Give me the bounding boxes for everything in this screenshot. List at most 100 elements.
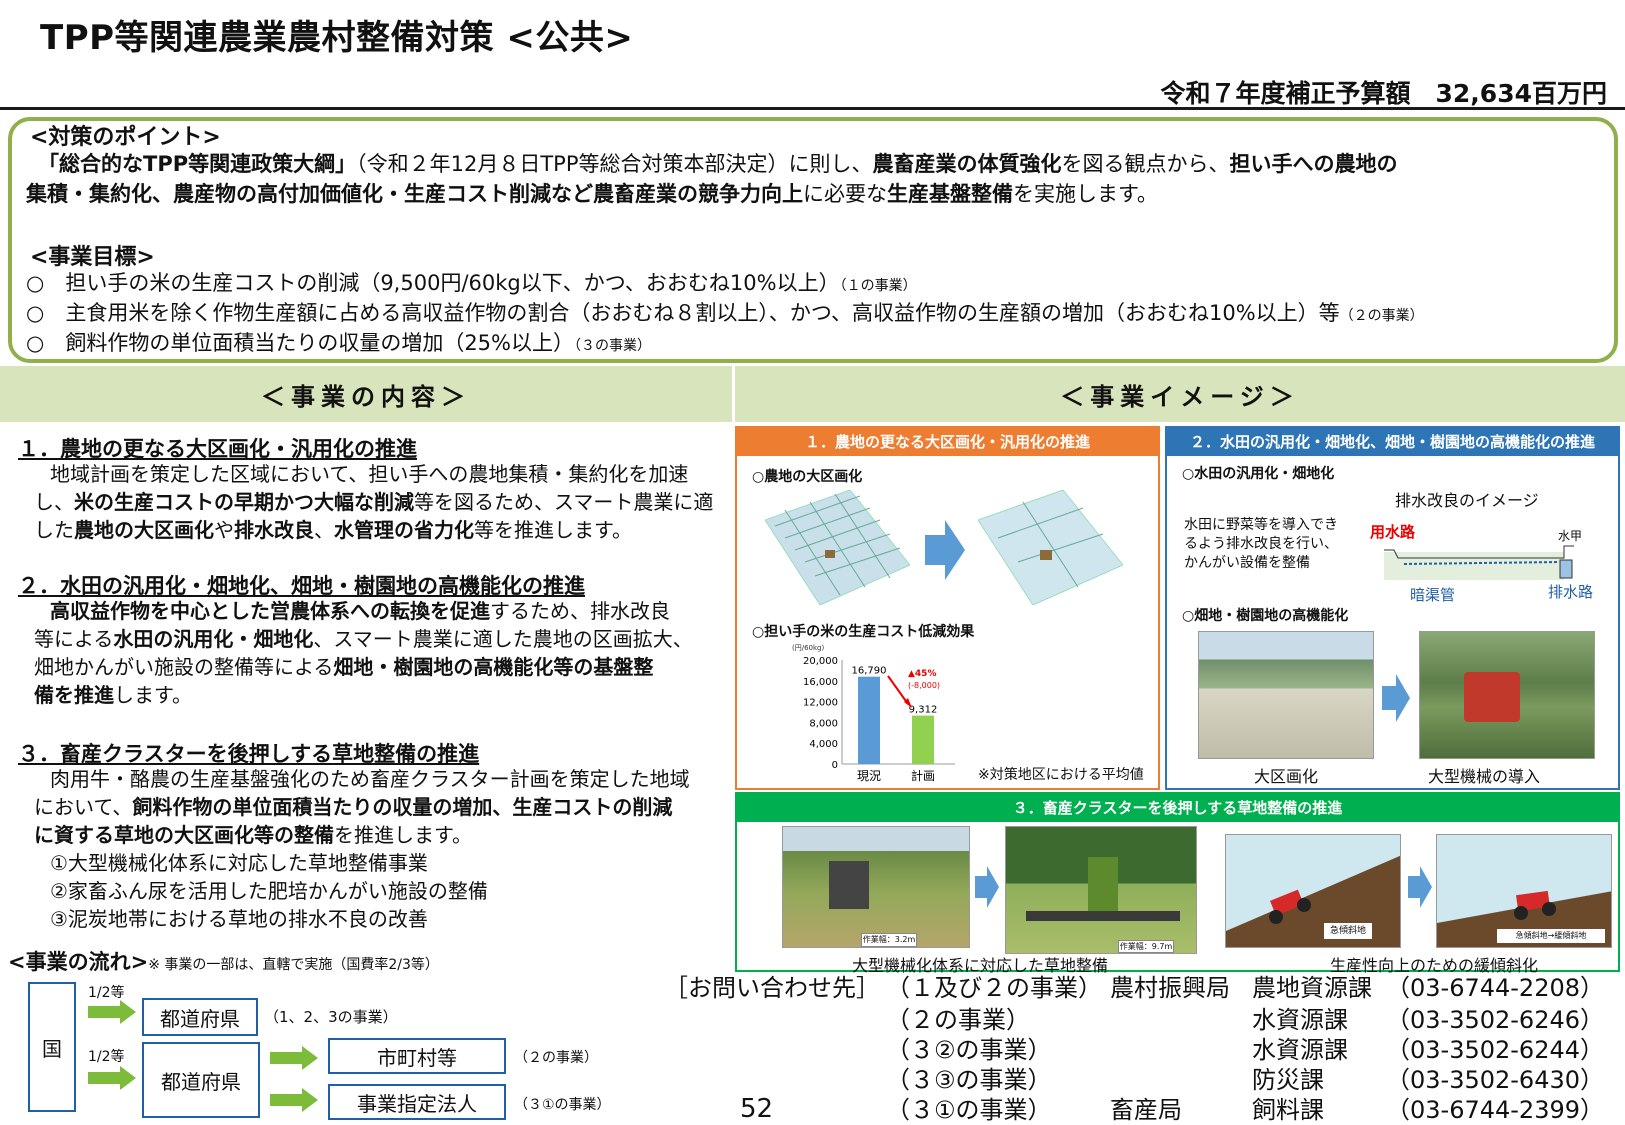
goal-note: （３の事業）	[574, 338, 651, 354]
chart-y-tick: 20,000	[803, 656, 838, 667]
flow-prefecture-2: 都道府県	[142, 1042, 260, 1118]
text: します。	[114, 683, 192, 707]
emphasis: 飼料作物の単位面積当たりの収量の増加、生産コストの削減	[132, 795, 673, 819]
machine-caption: 大型機械の導入	[1428, 767, 1541, 786]
contact-project: （２の事業）	[886, 1006, 1030, 1034]
flow-heading-row: <事業の流れ>※ 事業の一部は、直轄で実施（国費率2/3等）	[8, 946, 439, 976]
section-3-line-2: において、飼料作物の単位面積当たりの収量の増加、生産コストの削減	[34, 793, 672, 821]
small-parcel-field-illustration	[765, 490, 910, 605]
flow-designated-corp: 事業指定法人	[328, 1084, 506, 1120]
mower-arm	[1026, 911, 1180, 921]
section-2-line-3: 畑地かんがい施設の整備等による畑地・樹園地の高機能化等の基盤整	[34, 653, 653, 681]
drainage-cross-section	[1384, 545, 1574, 580]
contact-bureau: 畜産局	[1110, 1096, 1182, 1124]
section-3-item: ②家畜ふん尿を活用した肥培かんがい施設の整備	[50, 879, 488, 903]
tractor-body	[829, 861, 869, 909]
contact-phone: （03-6744-2399）	[1386, 1096, 1605, 1124]
arrow-right-icon	[925, 520, 965, 580]
budget-amount: 令和７年度補正予算額 32,634百万円	[1160, 79, 1607, 108]
contact-section: 防災課	[1252, 1066, 1324, 1094]
chart-value-label: 9,312	[909, 705, 938, 716]
text: 等を推進します。	[474, 518, 632, 542]
contact-project: （３②の事業）	[886, 1036, 1052, 1064]
image-panel-1-label-2: ○担い手の米の生産コスト低減効果	[752, 624, 975, 640]
content-header: ＜事業の内容＞	[0, 366, 732, 422]
goal-text: ○ 主食用米を除く作物生産額に占める高収益作物の割合（おおむね８割以上）、かつ、…	[26, 301, 1340, 325]
arrow-right-icon	[270, 1088, 318, 1112]
points-line-2: 集積・集約化、農産物の高付加価値化・生産コスト削減など農畜産業の競争力向上に必要…	[26, 179, 1158, 209]
large-parcel-field-illustration	[978, 490, 1123, 605]
chart-annotation: ▲45%	[908, 669, 936, 679]
text: を推進します。	[334, 823, 472, 847]
contact-phone: （03-6744-2208）	[1386, 974, 1605, 1002]
policy-emphasis-3: 集積・集約化、農産物の高付加価値化・生産コスト削減など農畜産業の競争力向上	[26, 182, 803, 206]
emphasis: に資する草地の大区画化等の整備	[34, 823, 334, 847]
emphasis: 水田の汎用化・畑地化	[113, 627, 314, 651]
goals-heading: <事業目標>	[30, 245, 155, 270]
section-1-line-1: 地域計画を策定した区域において、担い手への農地集積・集約化を加速	[50, 462, 689, 486]
contact-section: 水資源課	[1252, 1006, 1348, 1034]
goal-text: ○ 飼料作物の単位面積当たりの収量の増加（25%以上）	[26, 331, 574, 355]
large-mower-photo: 作業幅：9.7m	[1005, 826, 1197, 954]
drainage-description-line: るよう排水改良を行い、	[1184, 536, 1338, 552]
page-number: 52	[740, 1094, 774, 1124]
image-panel-2-label-1: ○水田の汎用化・畑地化	[1182, 466, 1335, 482]
goal-note: （１の事業）	[839, 278, 917, 294]
points-line-1: 「総合的なTPP等関連政策大綱」（令和２年12月８日TPP等総合対策本部決定）に…	[38, 149, 1397, 179]
chart-y-tick: 16,000	[803, 677, 838, 688]
text: 畑地かんがい施設の整備等による	[34, 655, 334, 679]
policy-emphasis-1: 農畜産業の体質強化	[872, 152, 1062, 176]
contact-section: 農地資源課	[1252, 974, 1372, 1002]
flow-prefecture-1: 都道府県	[142, 998, 258, 1036]
image-panel-2-label-2: ○畑地・樹園地の高機能化	[1182, 608, 1349, 624]
policy-text-3: を実施します。	[1013, 182, 1158, 206]
arrow-right-icon	[1382, 674, 1410, 722]
steep-slope-illustration: 急傾斜地	[1225, 834, 1401, 948]
image-panel-1-header: １．農地の更なる大区画化・汎用化の推進	[735, 426, 1160, 456]
emphasis: 高収益作物を中心とした営農体系への転換を促進	[50, 599, 490, 623]
goal-item: ○ 担い手の米の生産コストの削減（9,500円/60kg以下、かつ、おおむね10…	[26, 268, 917, 301]
policy-text-2: に必要な	[803, 182, 887, 206]
chart-note: ※対策地区における平均値	[978, 767, 1144, 783]
chart-bar	[858, 676, 880, 764]
contact-project: （３③の事業）	[886, 1066, 1052, 1094]
chart-category-label: 現況	[857, 768, 881, 783]
chart-y-tick: 0	[832, 760, 838, 771]
flow-rate: 1/2等	[88, 985, 125, 1001]
policy-title: 「総合的なTPP等関連政策大綱」	[38, 152, 357, 176]
section-3-line-3: に資する草地の大区画化等の整備を推進します。	[34, 821, 472, 849]
text: や	[214, 518, 234, 542]
emphasis: 備を推進	[34, 683, 114, 707]
flow-note: ※ 事業の一部は、直轄で実施（国費率2/3等）	[148, 957, 439, 973]
policy-date: （令和２年12月８日TPP等総合対策本部決定）に則し、	[356, 152, 873, 176]
contact-section: 飼料課	[1252, 1096, 1324, 1124]
section-1-title: １．農地の更なる大区画化・汎用化の推進	[18, 437, 417, 461]
chart-y-tick: 12,000	[803, 698, 838, 709]
tractor-photo: 作業幅：3.2m	[782, 826, 970, 948]
section-1-line-3: した農地の大区画化や排水改良、水管理の省力化等を推進します。	[34, 516, 632, 544]
goal-item: ○ 飼料作物の単位面積当たりの収量の増加（25%以上）（３の事業）	[26, 328, 651, 361]
chart-y-tick: 8,000	[809, 718, 838, 729]
flow-rate: 1/2等	[88, 1049, 125, 1065]
drainage-channel-label: 排水路	[1548, 583, 1594, 601]
arrow-right-icon	[975, 866, 999, 908]
mower-body	[1088, 857, 1118, 913]
goal-note: （２の事業）	[1339, 308, 1424, 324]
text: した	[34, 518, 74, 542]
contact-section: 水資源課	[1252, 1036, 1348, 1064]
goal-item: ○ 主食用米を除く作物生産額に占める高収益作物の割合（おおむね８割以上）、かつ、…	[26, 298, 1424, 331]
section-1-line-2: し、米の生産コストの早期かつ大幅な削減等を図るため、スマート農業に適	[34, 488, 713, 516]
contact-project: （１及び２の事業）	[886, 974, 1102, 1002]
emphasis: 排水改良	[234, 518, 314, 542]
chart-ylabel: (円/60kg)	[792, 644, 824, 652]
drainage-description-line: かんがい設備を整備	[1184, 555, 1310, 571]
image-panel-2-header: ２．水田の汎用化・畑地化、畑地・樹園地の高機能化の推進	[1165, 426, 1620, 456]
orchard-photo	[1198, 631, 1374, 759]
chart-decrease-arrow	[887, 675, 909, 705]
contact-bureau: 農村振興局	[1110, 974, 1230, 1002]
emphasis: 農地の大区画化	[74, 518, 214, 542]
contact-heading: ［お問い合わせ先］	[664, 974, 880, 1002]
flow-heading: <事業の流れ>	[8, 950, 149, 974]
flow-country: 国	[28, 982, 76, 1112]
image-panel-1-label-1: ○農地の大区画化	[752, 469, 863, 485]
